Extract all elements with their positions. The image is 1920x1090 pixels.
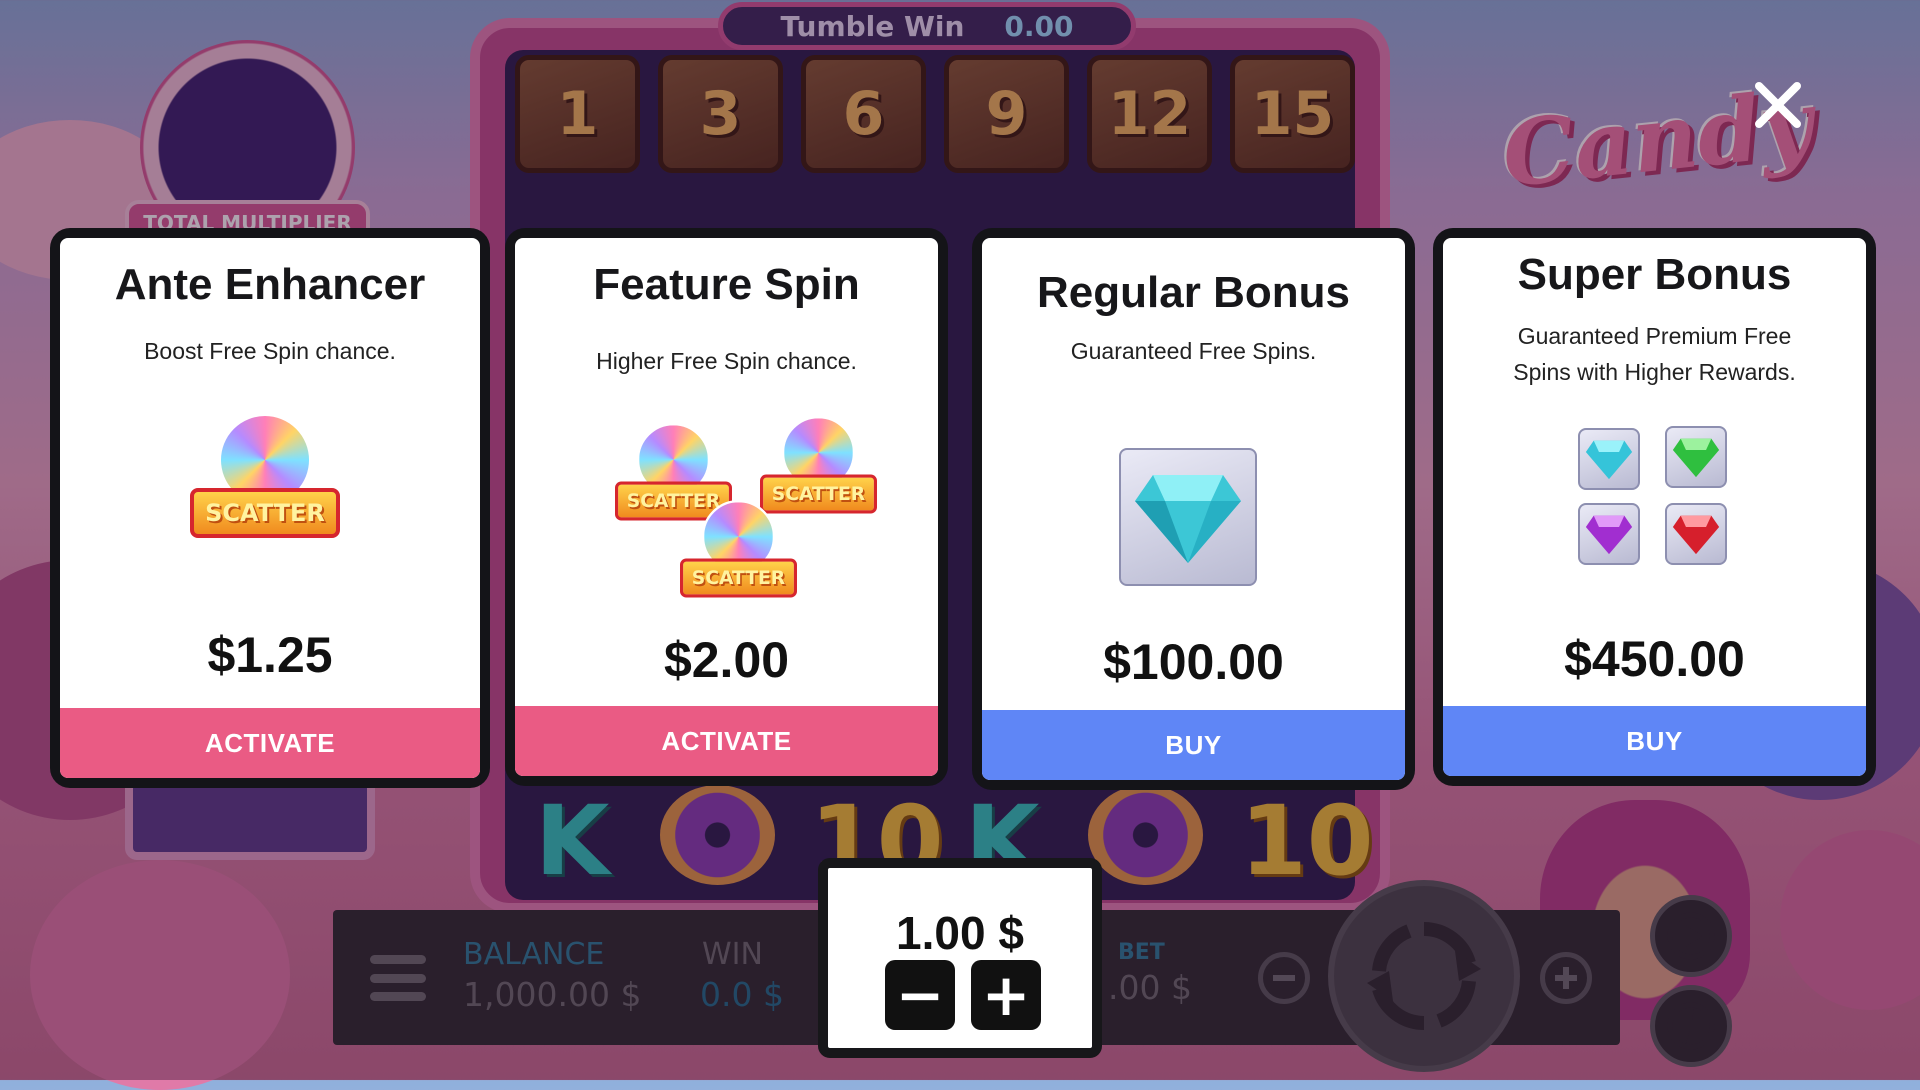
- close-icon: [1755, 82, 1801, 128]
- activate-button[interactable]: ACTIVATE: [515, 706, 938, 776]
- red-gem-icon: [1665, 503, 1727, 565]
- card-title: Feature Spin: [593, 260, 860, 309]
- blue-gem-icon: [1578, 428, 1640, 490]
- card-description: Higher Free Spin chance.: [596, 348, 857, 374]
- bet-plus-button[interactable]: +: [971, 960, 1041, 1030]
- buy-button[interactable]: BUY: [982, 710, 1405, 780]
- ante-enhancer-card: Ante Enhancer Boost Free Spin chance. SC…: [50, 228, 490, 788]
- card-description: Guaranteed Free Spins.: [1070, 338, 1317, 364]
- card-title: Ante Enhancer: [114, 260, 426, 309]
- scatter-banner: SCATTER: [190, 488, 340, 538]
- activate-button[interactable]: ACTIVATE: [60, 708, 480, 778]
- super-bonus-card: Super Bonus Guaranteed Premium Free Spin…: [1433, 228, 1876, 786]
- card-title: Regular Bonus: [1037, 268, 1350, 317]
- card-description: Guaranteed Premium Free Spins with Highe…: [1463, 318, 1846, 390]
- scatter-banner: SCATTER: [680, 558, 797, 598]
- scatter-symbol: SCATTER: [680, 500, 797, 617]
- card-price: $450.00: [1564, 631, 1745, 687]
- close-button[interactable]: [1748, 75, 1808, 135]
- bet-minus-button[interactable]: −: [885, 960, 955, 1030]
- diamond-icon: [1119, 448, 1257, 586]
- card-price: $100.00: [1103, 634, 1284, 690]
- purple-gem-icon: [1578, 503, 1640, 565]
- regular-bonus-card: Regular Bonus Guaranteed Free Spins. $10…: [972, 228, 1415, 790]
- buy-button[interactable]: BUY: [1443, 706, 1866, 776]
- card-price: $1.25: [207, 627, 333, 683]
- bet-adjust-popup: 1.00 $ − +: [818, 858, 1102, 1058]
- scatter-symbol: SCATTER: [190, 413, 340, 563]
- card-price: $2.00: [663, 632, 790, 688]
- feature-spin-card: Feature Spin Higher Free Spin chance. SC…: [505, 228, 948, 786]
- card-description: Boost Free Spin chance.: [144, 338, 396, 364]
- green-gem-icon: [1665, 426, 1727, 488]
- card-title: Super Bonus: [1517, 250, 1792, 299]
- bet-amount: 1.00 $: [896, 907, 1024, 959]
- card-description-line: Spins with Higher Rewards.: [1513, 359, 1796, 385]
- card-description-line: Guaranteed Premium Free: [1517, 323, 1792, 349]
